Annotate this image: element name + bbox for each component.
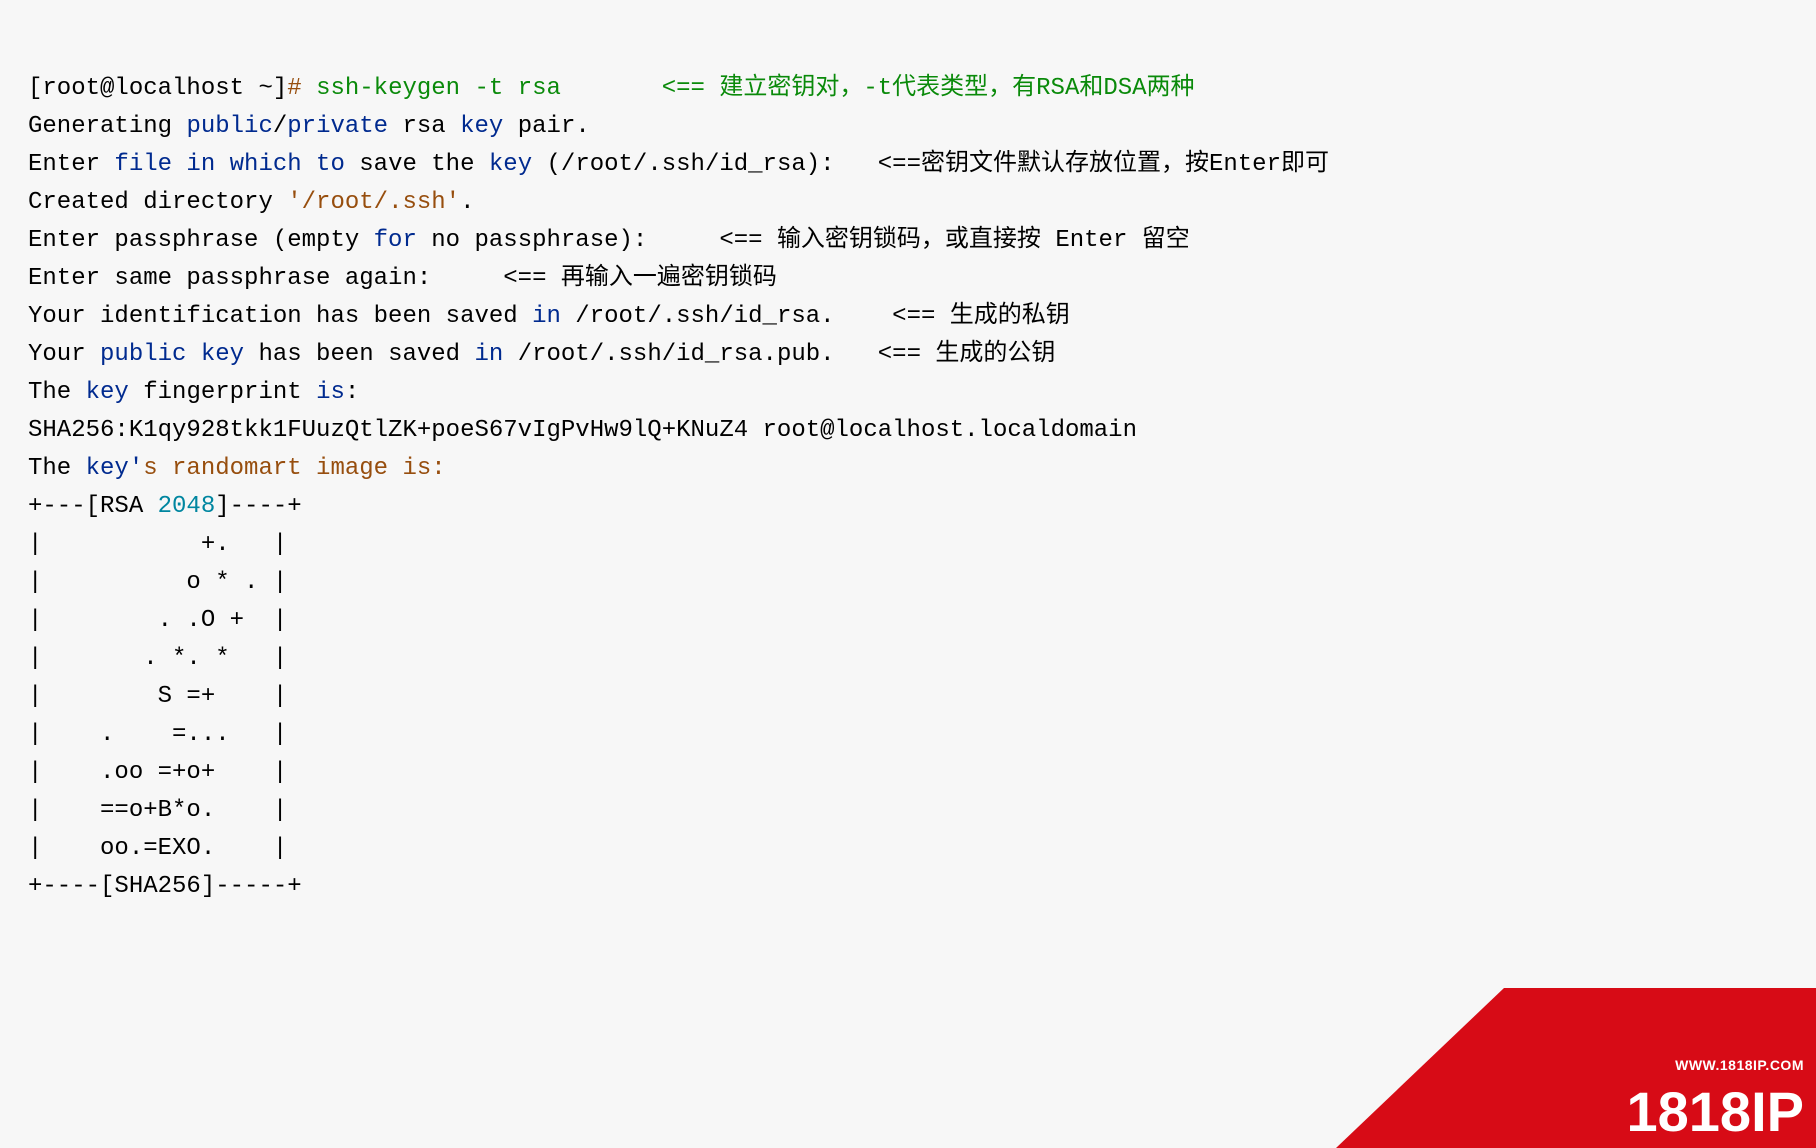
randomart-line: | o * . | — [28, 569, 287, 596]
comment: <== 建立密钥对，-t代表类型，有RSA和DSA两种 — [662, 75, 1195, 102]
text: no passphrase): — [417, 227, 719, 254]
text: /root/.ssh/id_rsa.pub. — [503, 341, 877, 368]
randomart-line: | +. | — [28, 531, 287, 558]
text: rsa — [388, 113, 460, 140]
path-string: '/root/.ssh' — [287, 189, 460, 216]
keyword: key — [86, 379, 129, 406]
text: Enter — [28, 151, 114, 178]
randomart-line: | . *. * | — [28, 645, 287, 672]
command: ssh-keygen -t rsa — [316, 75, 561, 102]
keyword: key — [460, 113, 503, 140]
text: Enter passphrase (empty — [28, 227, 374, 254]
text: /root/.ssh/id_rsa. — [561, 303, 892, 330]
comment: <== 输入密钥锁码，或直接按 Enter 留空 — [719, 227, 1189, 254]
keyword: is — [316, 379, 345, 406]
terminal-output: [root@localhost ~]# ssh-keygen -t rsa <=… — [0, 0, 1816, 938]
randomart-rsa-bits: 2048 — [158, 493, 216, 520]
text: The — [28, 455, 86, 482]
spacer — [561, 75, 662, 102]
comment: <==密钥文件默认存放位置，按Enter即可 — [878, 151, 1329, 178]
watermark-brand: 1818IP — [1627, 1084, 1805, 1140]
randomart-line: | oo.=EXO. | — [28, 835, 287, 862]
keyword: public — [186, 113, 272, 140]
comment: <== 生成的公钥 — [878, 341, 1056, 368]
text: Your — [28, 341, 100, 368]
keyword: in — [474, 341, 503, 368]
prompt-hash: # — [287, 75, 316, 102]
text: s randomart image is: — [143, 455, 445, 482]
text: Created directory — [28, 189, 287, 216]
text: pair. — [503, 113, 589, 140]
text: The — [28, 379, 86, 406]
colon: : — [345, 379, 359, 406]
fingerprint: SHA256:K1qy928tkk1FUuzQtlZK+poeS67vIgPvH… — [28, 417, 1137, 444]
watermark-url: WWW.1818IP.COM — [1627, 1046, 1805, 1084]
keyword: for — [374, 227, 417, 254]
keyword: private — [287, 113, 388, 140]
text: / — [273, 113, 287, 140]
text: Enter same passphrase again: — [28, 265, 503, 292]
keyword: key — [489, 151, 532, 178]
randomart-line: | .oo =+o+ | — [28, 759, 287, 786]
text: (/root/.ssh/id_rsa): — [532, 151, 878, 178]
text: fingerprint — [129, 379, 316, 406]
text: . — [460, 189, 474, 216]
randomart-line: | . .O + | — [28, 607, 287, 634]
comment: <== 再输入一遍密钥锁码 — [503, 265, 777, 292]
randomart-border: ]----+ — [215, 493, 301, 520]
keyword: key' — [86, 455, 144, 482]
randomart-border: +---[RSA — [28, 493, 158, 520]
keyword: file in which to — [114, 151, 344, 178]
watermark-text: WWW.1818IP.COM 1818IP — [1627, 1046, 1805, 1140]
randomart-line: | . =... | — [28, 721, 287, 748]
text: has been saved — [244, 341, 474, 368]
text: save the — [345, 151, 489, 178]
randomart-line: | ==o+B*o. | — [28, 797, 287, 824]
watermark-ribbon: WWW.1818IP.COM 1818IP — [1336, 988, 1816, 1148]
keyword: public key — [100, 341, 244, 368]
randomart-line: | S =+ | — [28, 683, 287, 710]
randomart-border: +----[SHA256]-----+ — [28, 873, 302, 900]
keyword: in — [532, 303, 561, 330]
text: Your identification has been saved — [28, 303, 532, 330]
comment: <== 生成的私钥 — [892, 303, 1070, 330]
prompt-host: [root@localhost ~] — [28, 75, 287, 102]
text: Generating — [28, 113, 186, 140]
